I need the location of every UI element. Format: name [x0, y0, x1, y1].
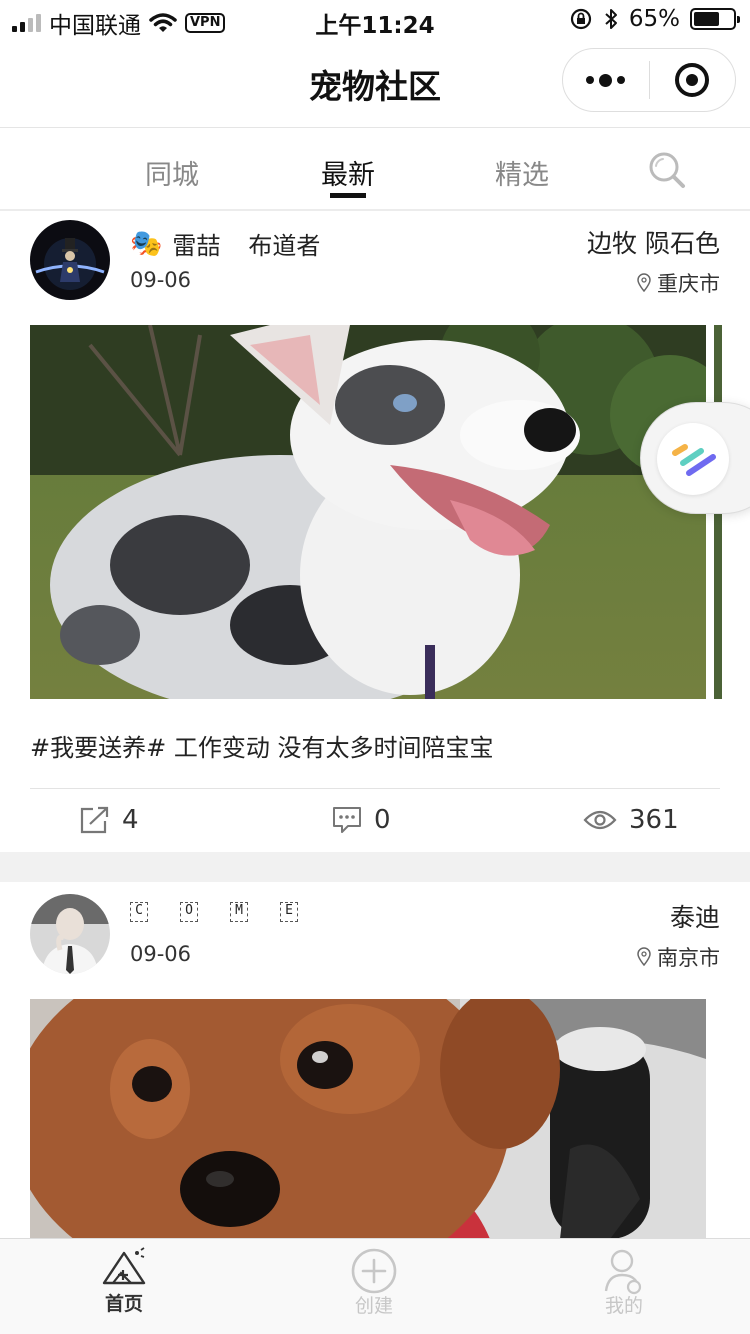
add-circle-icon: [351, 1248, 397, 1294]
username-letter: C: [130, 902, 148, 922]
eye-icon: [583, 810, 617, 830]
tabbar-home[interactable]: 首页: [64, 1247, 184, 1316]
post-card[interactable]: C O M E 09-06 泰迪 南京市: [0, 882, 750, 1238]
more-button[interactable]: [563, 49, 649, 111]
mini-program-capsule: [562, 48, 736, 112]
target-icon: [675, 63, 710, 97]
pet-breed: 泰迪: [669, 903, 720, 932]
share-count: 4: [122, 805, 139, 835]
tabbar-create-label: 创建: [354, 1295, 393, 1317]
avatar[interactable]: [30, 220, 110, 300]
tabbar-mine[interactable]: 我的: [564, 1247, 684, 1318]
home-mountain-icon: [102, 1247, 146, 1285]
location-pin-icon: [637, 947, 651, 967]
search-icon[interactable]: [646, 149, 688, 191]
user-title: 布道者: [248, 232, 321, 260]
comment-count: 0: [374, 805, 391, 835]
post-photo[interactable]: [30, 999, 706, 1238]
post-date: 09-06: [130, 942, 192, 966]
share-button[interactable]: 4: [80, 805, 139, 835]
username-letter: O: [180, 902, 198, 922]
pet-breed: 边牧 陨石色: [587, 229, 720, 258]
post-date: 09-06: [130, 268, 192, 292]
post-photo[interactable]: [30, 325, 706, 699]
active-tab-indicator: [330, 193, 366, 198]
close-mini-program-button[interactable]: [650, 49, 736, 111]
post-card[interactable]: 🎭 雷喆 布道者 09-06 边牧 陨石色 重庆市 #我要送养# 工作变动 没有…: [0, 212, 750, 852]
location-pin-icon: [637, 273, 651, 293]
views-stat: 361: [583, 805, 679, 835]
tabbar-home-label: 首页: [104, 1293, 143, 1315]
tabbar-create[interactable]: 创建: [314, 1247, 434, 1318]
comment-button[interactable]: 0: [332, 805, 391, 835]
bottom-tab-bar: 首页 创建 我的: [0, 1238, 750, 1334]
nav-bar: 宠物社区: [0, 42, 750, 128]
tabbar-mine-label: 我的: [604, 1295, 643, 1317]
masks-emoji: 🎭: [130, 228, 163, 259]
city-name: 南京市: [657, 946, 720, 970]
view-count: 361: [629, 805, 679, 835]
floating-assistant-button[interactable]: [640, 402, 750, 514]
feed-tabs: 同城 最新 精选: [0, 129, 750, 211]
username-letter: E: [280, 902, 298, 922]
rotation-lock-icon: [570, 8, 591, 30]
tab-latest[interactable]: 最新: [298, 153, 398, 192]
post-feed: 🎭 雷喆 布道者 09-06 边牧 陨石色 重庆市 #我要送养# 工作变动 没有…: [0, 212, 750, 1238]
share-icon: [80, 806, 109, 834]
profile-icon: [604, 1249, 642, 1295]
bluetooth-icon: [605, 9, 617, 29]
assistant-logo-icon: [657, 423, 729, 495]
post-divider: [30, 788, 720, 789]
tab-nearby[interactable]: 同城: [122, 153, 222, 192]
city-name: 重庆市: [657, 272, 720, 296]
username-letter: M: [230, 902, 248, 922]
avatar[interactable]: [30, 894, 110, 974]
comment-icon: [333, 807, 361, 833]
status-bar: 中国联通 VPN 上午11:24 65%: [0, 0, 750, 42]
username[interactable]: 雷喆: [172, 226, 220, 261]
status-right: 65%: [569, 6, 740, 32]
battery-icon: [690, 8, 740, 30]
post-separator: [0, 852, 750, 882]
user-name-row[interactable]: C O M E: [130, 902, 330, 922]
more-dots-icon: [586, 73, 626, 87]
battery-percent: 65%: [628, 6, 680, 32]
post-text[interactable]: #我要送养# 工作变动 没有太多时间陪宝宝: [30, 728, 493, 763]
post-location: 南京市: [637, 942, 720, 972]
tab-featured[interactable]: 精选: [472, 153, 572, 192]
post-location: 重庆市: [637, 268, 720, 298]
user-name-row: 🎭 雷喆 布道者: [130, 226, 320, 261]
